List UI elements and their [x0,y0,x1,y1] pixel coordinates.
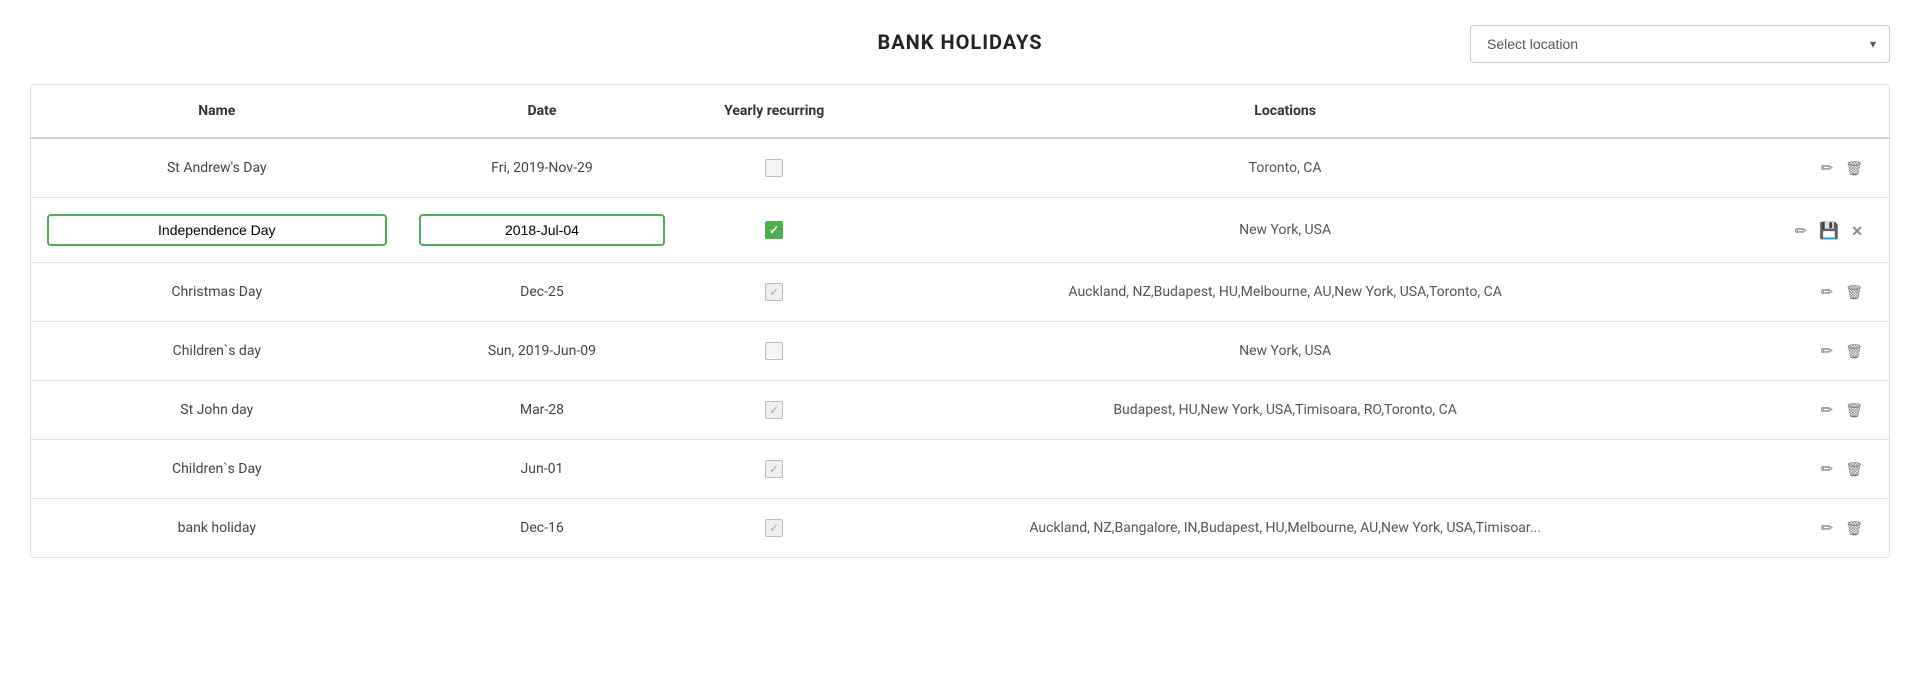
locations-cell: Toronto, CA [867,138,1703,198]
trash-icon [1845,284,1863,301]
locations-cell: Auckland, NZ,Budapest, HU,Melbourne, AU,… [867,263,1703,322]
checkbox-container[interactable] [697,221,851,239]
bank-holidays-table: Name Date Yearly recurring Locations St … [30,84,1890,558]
recurring-cell [681,440,867,499]
edit-button[interactable] [1815,338,1840,364]
date-cell [403,198,682,263]
checkbox-container[interactable] [697,159,851,177]
table-row: New York, USA [31,198,1889,263]
recurring-cell [681,138,867,198]
date-cell: Dec-25 [403,263,682,322]
checkbox-container[interactable] [697,283,851,301]
actions-cell [1703,198,1889,263]
table-row: Christmas DayDec-25 Auckland, NZ,Budapest… [31,263,1889,322]
pencil-icon [1821,460,1834,478]
column-header-locations: Locations [867,85,1703,138]
cancel-button[interactable] [1845,219,1869,245]
table-header-row: Name Date Yearly recurring Locations [31,85,1889,138]
actions-cell [1703,381,1889,440]
recurring-cell [681,322,867,381]
recurring-cell [681,499,867,558]
name-cell: St John day [31,381,403,440]
checkbox-unchecked[interactable] [765,342,783,360]
recurring-cell [681,381,867,440]
edit-button[interactable] [1815,515,1840,541]
actions-cell [1703,322,1889,381]
actions-cell [1703,440,1889,499]
pencil-icon [1821,342,1834,360]
name-cell [31,198,403,263]
column-header-actions [1703,85,1889,138]
checkbox-container[interactable] [697,460,851,478]
locations-cell [867,440,1703,499]
checkbox-checked-light[interactable] [765,401,783,419]
checkbox-container[interactable] [697,342,851,360]
name-cell: Children`s Day [31,440,403,499]
table-row: St Andrew's DayFri, 2019-Nov-29 Toronto, … [31,138,1889,198]
locations-cell: New York, USA [867,322,1703,381]
delete-button[interactable] [1839,398,1869,423]
location-select[interactable]: Select location Toronto, CA New York, US… [1470,25,1890,63]
trash-icon [1845,520,1863,537]
location-select-wrapper: Select location Toronto, CA New York, US… [1470,25,1890,63]
column-header-name: Name [31,85,403,138]
edit-button[interactable] [1815,155,1840,181]
edit-button[interactable] [1815,279,1840,305]
checkbox-unchecked[interactable] [765,159,783,177]
pencil-icon [1821,519,1834,537]
name-cell: Children`s day [31,322,403,381]
pencil-icon [1821,159,1834,177]
locations-cell: Auckland, NZ,Bangalore, IN,Budapest, HU,… [867,499,1703,558]
column-header-recurring: Yearly recurring [681,85,867,138]
table-row: Children`s DayJun-01 [31,440,1889,499]
edit-button[interactable] [1789,218,1814,244]
actions-cell [1703,138,1889,198]
actions-cell [1703,499,1889,558]
checkbox-container[interactable] [697,401,851,419]
pencil-icon [1795,222,1808,240]
actions-cell [1703,263,1889,322]
date-cell: Mar-28 [403,381,682,440]
edit-button[interactable] [1815,397,1840,423]
name-cell: St Andrew's Day [31,138,403,198]
edit-button[interactable] [1815,456,1840,482]
trash-icon [1845,343,1863,360]
date-cell: Sun, 2019-Jun-09 [403,322,682,381]
trash-icon [1845,461,1863,478]
delete-button[interactable] [1839,457,1869,482]
checkbox-checked-light[interactable] [765,283,783,301]
recurring-cell [681,198,867,263]
delete-button[interactable] [1839,516,1869,541]
page-title: BANK HOLIDAYS [877,30,1042,54]
delete-button[interactable] [1839,156,1869,181]
locations-cell: Budapest, HU,New York, USA,Timisoara, RO… [867,381,1703,440]
date-cell: Fri, 2019-Nov-29 [403,138,682,198]
column-header-date: Date [403,85,682,138]
delete-button[interactable] [1839,339,1869,364]
trash-icon [1845,160,1863,177]
recurring-cell [681,263,867,322]
trash-icon [1845,402,1863,419]
pencil-icon [1821,401,1834,419]
table-row: Children`s daySun, 2019-Jun-09 New York, … [31,322,1889,381]
close-icon [1851,223,1863,241]
pencil-icon [1821,283,1834,301]
date-cell: Jun-01 [403,440,682,499]
date-cell: Dec-16 [403,499,682,558]
delete-button[interactable] [1839,280,1869,305]
checkbox-container[interactable] [697,519,851,537]
header: BANK HOLIDAYS Select location Toronto, C… [30,20,1890,74]
table-row: bank holidayDec-16 Auckland, NZ,Bangalore… [31,499,1889,558]
name-input[interactable] [47,214,387,246]
date-input[interactable] [419,214,666,246]
name-cell: bank holiday [31,499,403,558]
checkbox-checked-green[interactable] [765,221,783,239]
save-button[interactable] [1813,216,1845,245]
save-icon [1819,220,1839,241]
name-cell: Christmas Day [31,263,403,322]
checkbox-checked-light[interactable] [765,460,783,478]
checkbox-checked-light[interactable] [765,519,783,537]
table-row: St John dayMar-28 Budapest, HU,New York, … [31,381,1889,440]
locations-cell: New York, USA [867,198,1703,263]
